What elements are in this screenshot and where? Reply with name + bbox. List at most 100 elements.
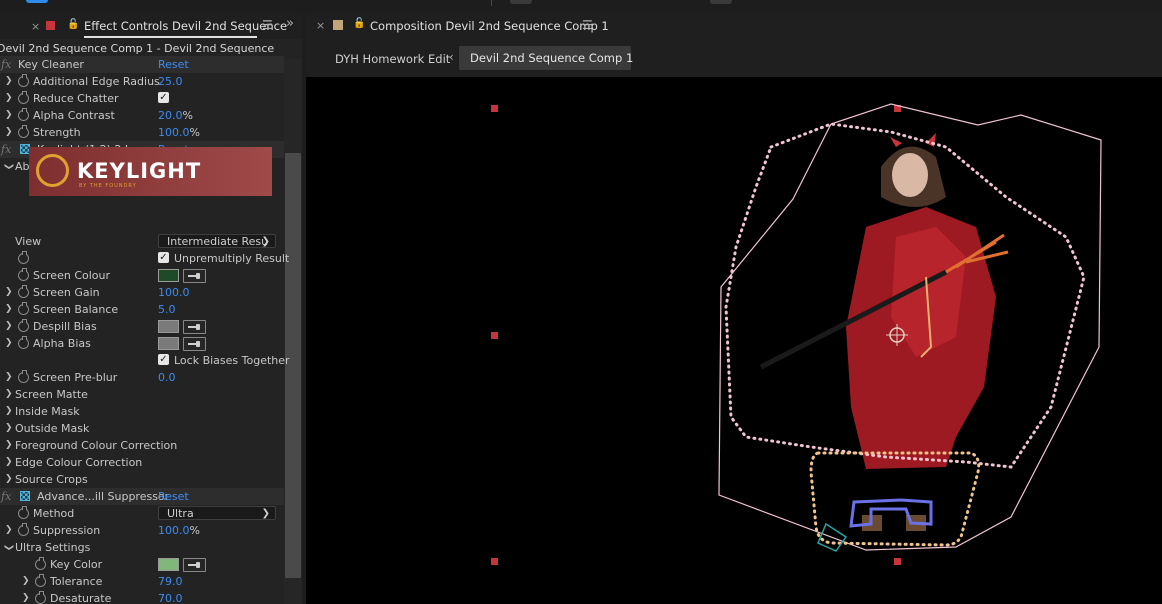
expand-arrow-icon[interactable]: ❯ — [5, 284, 13, 301]
viewer-canvas[interactable] — [306, 77, 1162, 604]
property-value[interactable]: 100.0% — [158, 522, 200, 539]
fx-toggle[interactable]: fx — [1, 56, 11, 73]
stopwatch-icon[interactable] — [18, 370, 29, 383]
stopwatch-icon[interactable] — [18, 302, 29, 315]
color-swatch[interactable] — [158, 337, 179, 350]
toolbar-button[interactable] — [510, 0, 532, 4]
group-screen-matte[interactable]: ❯ Screen Matte — [0, 386, 284, 403]
eyedropper-icon[interactable] — [183, 320, 206, 334]
group-source-crops[interactable]: ❯ Source Crops — [0, 471, 284, 488]
tab-effect-controls[interactable]: × 🔓 Effect Controls Devil 2nd Sequence ☰ — [0, 13, 287, 39]
stopwatch-icon[interactable] — [18, 523, 29, 536]
effect-spill-suppressor[interactable]: fx Advance...ill Suppressor Reset — [0, 488, 284, 505]
toolbar-button[interactable] — [710, 0, 732, 4]
expand-arrow-icon[interactable]: ❯ — [5, 420, 13, 437]
expand-arrow-icon[interactable]: ❯ — [5, 107, 13, 124]
group-inside-mask[interactable]: ❯ Inside Mask — [0, 403, 284, 420]
layer-handle[interactable] — [894, 558, 901, 565]
expand-arrow-icon[interactable]: ❯ — [5, 522, 13, 539]
expand-arrow-icon[interactable]: ❯ — [5, 124, 13, 141]
property-label: Screen Gain — [33, 286, 100, 299]
expand-arrow-icon[interactable]: ❯ — [5, 369, 13, 386]
chevron-left-icon[interactable]: ‹ — [449, 50, 454, 64]
group-outside-mask[interactable]: ❯ Outside Mask — [0, 420, 284, 437]
fx-toggle[interactable]: fx — [1, 141, 11, 158]
expand-arrow-icon[interactable]: ❯ — [5, 403, 13, 420]
stopwatch-icon[interactable] — [18, 268, 29, 281]
expand-arrow-icon[interactable]: ❯ — [22, 573, 30, 590]
stopwatch-icon[interactable] — [18, 91, 29, 104]
stopwatch-icon[interactable] — [35, 591, 46, 604]
stopwatch-icon[interactable] — [18, 108, 29, 121]
expand-arrow-icon[interactable]: ❯ — [5, 318, 13, 335]
expand-arrow-icon[interactable]: ❯ — [0, 163, 16, 171]
stopwatch-icon[interactable] — [18, 74, 29, 87]
stopwatch-icon[interactable] — [18, 125, 29, 138]
reduce-chatter-checkbox[interactable]: ✓ — [158, 92, 169, 103]
lock-icon[interactable]: 🔓 — [67, 19, 79, 30]
close-icon[interactable]: × — [316, 19, 325, 32]
expand-arrow-icon[interactable]: ❯ — [22, 590, 30, 604]
fx-toggle[interactable]: fx — [1, 488, 11, 505]
breadcrumb-dyh-homework[interactable]: DYH Homework Edit — [335, 52, 450, 66]
property-value[interactable]: 5.0 — [158, 301, 176, 318]
breadcrumb-current-comp[interactable]: Devil 2nd Sequence Comp 1 — [459, 46, 633, 70]
lock-biases-checkbox[interactable]: ✓ — [158, 354, 169, 365]
color-swatch[interactable] — [158, 269, 179, 282]
stopwatch-icon[interactable] — [18, 285, 29, 298]
panel-menu-icon[interactable]: ☰ — [262, 18, 273, 32]
unpremultiply-checkbox[interactable]: ✓ — [158, 252, 169, 263]
color-swatch[interactable] — [158, 320, 179, 333]
overflow-chevron-icon[interactable]: » — [286, 16, 294, 31]
stopwatch-icon[interactable] — [35, 557, 46, 570]
property-value[interactable]: 20.0% — [158, 107, 193, 124]
composition-viewer[interactable] — [306, 77, 1162, 604]
view-dropdown[interactable]: Intermediate Resu ❯ — [158, 234, 276, 248]
stopwatch-icon[interactable] — [18, 506, 29, 519]
effect-key-cleaner[interactable]: fx Key Cleaner Reset — [0, 56, 284, 73]
group-ultra-settings[interactable]: ❯ Ultra Settings — [0, 539, 284, 556]
eyedropper-icon[interactable] — [183, 269, 206, 283]
eyedropper-icon[interactable] — [183, 337, 206, 351]
method-dropdown[interactable]: Ultra ❯ — [158, 506, 276, 520]
color-swatch[interactable] — [158, 558, 179, 571]
eyedropper-icon[interactable] — [183, 558, 206, 572]
property-alpha-bias: ❯ Alpha Bias — [0, 335, 284, 352]
expand-arrow-icon[interactable]: ❯ — [5, 90, 13, 107]
expand-arrow-icon[interactable]: ❯ — [5, 301, 13, 318]
app-top-strip — [0, 0, 1162, 13]
group-edge-colour-correction[interactable]: ❯ Edge Colour Correction — [0, 454, 284, 471]
stopwatch-icon[interactable] — [18, 336, 29, 349]
property-label: Reduce Chatter — [33, 92, 119, 105]
stopwatch-icon[interactable] — [35, 574, 46, 587]
layer-handle[interactable] — [491, 558, 498, 565]
property-value[interactable]: 25.0 — [158, 73, 183, 90]
expand-arrow-icon[interactable]: ❯ — [5, 471, 13, 488]
expand-arrow-icon[interactable]: ❯ — [0, 544, 16, 552]
property-value[interactable]: 100.0 — [158, 284, 190, 301]
reset-link[interactable]: Reset — [158, 488, 189, 505]
stopwatch-icon[interactable] — [18, 319, 29, 332]
stopwatch-icon[interactable] — [18, 251, 29, 264]
composition-panel: × 🔓 Composition Devil 2nd Sequence Comp … — [306, 13, 1162, 604]
layer-handle[interactable] — [491, 105, 498, 112]
layer-handle[interactable] — [491, 332, 498, 339]
lock-icon[interactable]: 🔓 — [353, 18, 365, 29]
property-value[interactable]: 79.0 — [158, 573, 183, 590]
group-foreground-colour-correction[interactable]: ❯ Foreground Colour Correction — [0, 437, 284, 454]
property-value[interactable]: 100.0% — [158, 124, 200, 141]
tab-composition[interactable]: Composition Devil 2nd Sequence Comp 1 — [370, 19, 609, 33]
property-value[interactable]: 70.0 — [158, 590, 183, 604]
layer-color-icon — [46, 21, 55, 30]
expand-arrow-icon[interactable]: ❯ — [5, 73, 13, 90]
expand-arrow-icon[interactable]: ❯ — [5, 454, 13, 471]
reset-link[interactable]: Reset — [158, 56, 189, 73]
close-icon[interactable]: × — [31, 20, 40, 33]
property-value[interactable]: 0.0 — [158, 369, 176, 386]
expand-arrow-icon[interactable]: ❯ — [5, 335, 13, 352]
property-lock-biases: ✓ Lock Biases Together — [0, 352, 290, 369]
expand-arrow-icon[interactable]: ❯ — [5, 386, 13, 403]
composition-navigator: DYH Homework Edit ‹ Devil 2nd Sequence C… — [306, 41, 1162, 77]
expand-arrow-icon[interactable]: ❯ — [5, 437, 13, 454]
panel-menu-icon[interactable]: ☰ — [582, 18, 593, 32]
